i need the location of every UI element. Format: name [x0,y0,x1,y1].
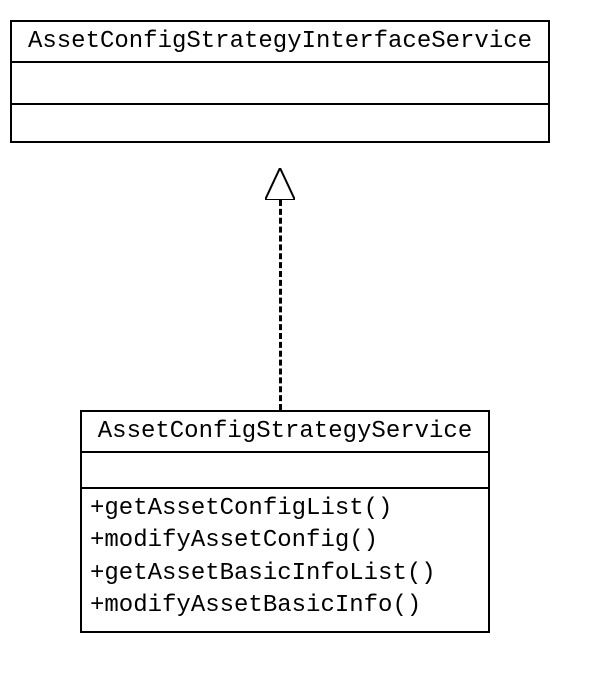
uml-class-interface: AssetConfigStrategyInterfaceService [10,20,550,143]
class-operation: +modifyAssetBasicInfo() [90,590,480,622]
uml-diagram: AssetConfigStrategyInterfaceService Asse… [0,0,590,694]
class-operations: +getAssetConfigList() +modifyAssetConfig… [82,489,488,631]
arrow-head-icon [265,168,295,200]
class-attributes [82,453,488,489]
class-operations [12,105,548,141]
arrow-line [279,200,282,410]
class-attributes [12,63,548,105]
class-name: AssetConfigStrategyInterfaceService [12,22,548,63]
class-operation: +getAssetConfigList() [90,493,480,525]
class-name: AssetConfigStrategyService [82,412,488,453]
class-operation: +getAssetBasicInfoList() [90,558,480,590]
class-operation: +modifyAssetConfig() [90,525,480,557]
uml-class-service: AssetConfigStrategyService +getAssetConf… [80,410,490,633]
